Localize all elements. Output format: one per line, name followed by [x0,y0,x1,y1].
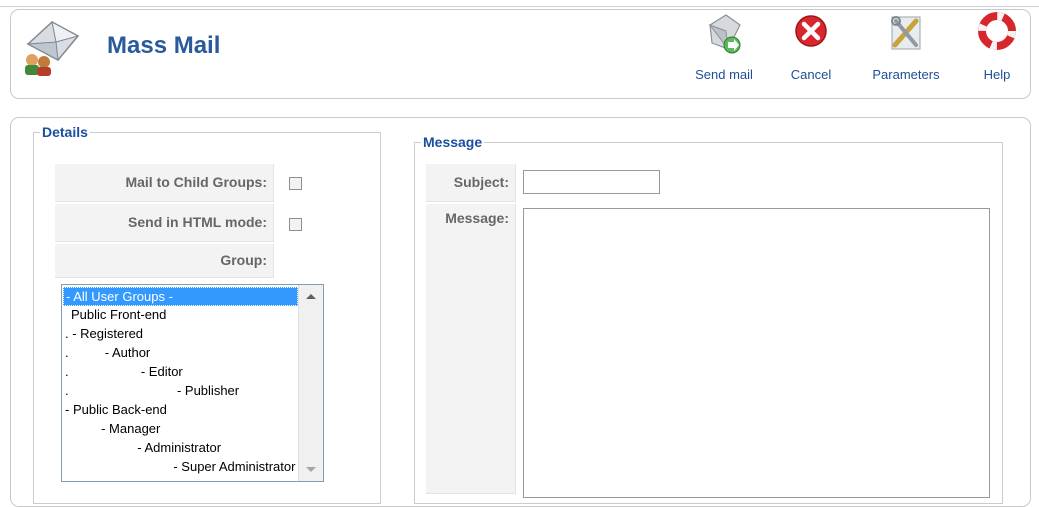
scroll-down-arrow-icon[interactable] [306,467,316,472]
mass-mail-icon [25,21,80,76]
cancel-button[interactable]: Cancel [783,11,839,82]
mail-to-child-groups-label: Mail to Child Groups: [55,164,274,202]
send-mail-label: Send mail [695,67,753,82]
group-option[interactable]: - Public Back-end [65,401,167,420]
group-option[interactable]: . - Author [65,344,150,363]
parameters-button[interactable]: Parameters [862,11,950,82]
help-button[interactable]: Help [975,11,1019,82]
send-mail-icon [708,14,741,54]
parameters-label: Parameters [872,67,940,82]
help-label: Help [983,67,1011,82]
cancel-icon [795,15,827,47]
top-border [0,0,1039,7]
cancel-label: Cancel [790,67,832,82]
message-legend: Message [423,134,483,150]
group-option[interactable]: - Manager [65,420,160,439]
help-icon [978,12,1016,50]
page-title: Mass Mail [107,32,221,59]
group-option[interactable]: . - Editor [65,363,183,382]
scroll-up-arrow-icon[interactable] [306,294,316,299]
group-option[interactable]: . - Publisher [65,382,239,401]
subject-label: Subject: [426,164,516,202]
group-listbox-scrollbar[interactable] [298,285,323,481]
mail-to-child-groups-checkbox[interactable] [289,177,302,190]
group-option[interactable]: - Administrator [65,439,221,458]
message-label: Message: [426,204,516,494]
group-option[interactable]: Public Front-end [71,306,166,325]
group-option[interactable]: - Super Administrator [65,458,295,477]
group-option[interactable]: . - Registered [65,325,143,344]
send-in-html-mode-label: Send in HTML mode: [55,204,274,242]
parameters-icon [891,16,921,50]
message-textarea[interactable] [523,208,990,498]
send-in-html-mode-checkbox[interactable] [289,218,302,231]
details-legend: Details [42,124,88,140]
send-mail-button[interactable]: Send mail [688,11,760,82]
group-label: Group: [55,244,274,278]
group-listbox[interactable]: - All User Groups - Public Front-end . -… [61,284,324,482]
group-option-selected[interactable]: - All User Groups - [63,287,298,306]
subject-input[interactable] [523,170,660,194]
